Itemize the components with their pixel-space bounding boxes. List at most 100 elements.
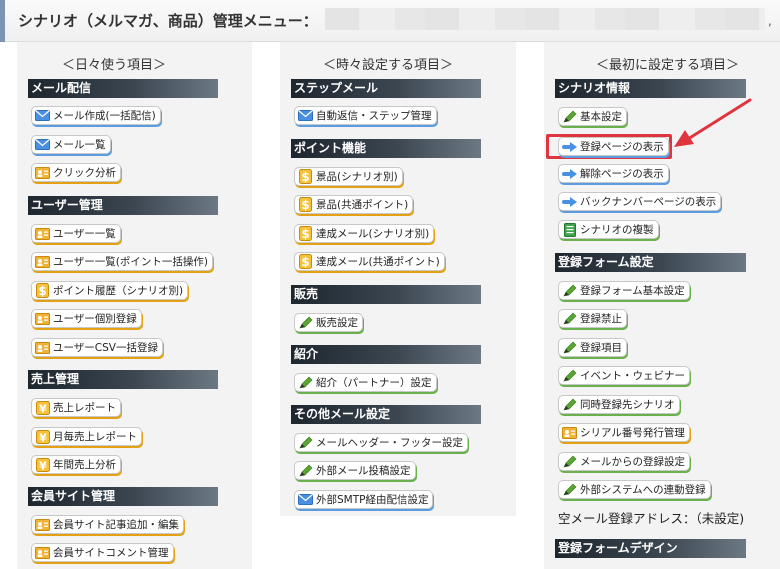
section-header: ポイント機能: [291, 139, 481, 158]
redacted-scenario-name: [325, 8, 765, 30]
column-daily: ＜日々使う項目＞ メール配信 メール作成(一括配信) メール一覧 クリック分析 …: [17, 42, 252, 569]
header-bar: シナリオ（メルマガ、商品）管理メニュー： ,: [0, 0, 780, 42]
svg-text:¥: ¥: [39, 431, 47, 444]
yen-icon: ¥: [35, 429, 50, 444]
menu-item-form-basic[interactable]: 登録フォーム基本設定: [558, 281, 690, 300]
dollar-icon: $: [35, 283, 50, 298]
pencil-icon: [298, 316, 313, 329]
section-header: ステップメール: [291, 79, 481, 98]
menu-item-user-list[interactable]: ユーザー一覧: [31, 224, 121, 243]
person-card-icon: [35, 166, 50, 179]
empty-mail-address-text: 空メール登録アドレス：（未設定): [558, 511, 745, 526]
section-header: 売上管理: [28, 370, 218, 389]
menu-item-user-list-points[interactable]: ユーザー一覧(ポイント一括操作): [31, 252, 213, 271]
menu-item-prize-common[interactable]: $ 景品(共通ポイント): [294, 195, 414, 214]
envelope-icon: [298, 493, 313, 506]
svg-text:¥: ¥: [39, 402, 47, 415]
person-card-icon: [35, 255, 50, 268]
menu-item-register-fields[interactable]: 登録項目: [558, 338, 627, 357]
pencil-icon: [562, 284, 577, 297]
column-heading: ＜日々使う項目＞: [62, 58, 167, 73]
menu-item-user-csv[interactable]: ユーザーCSV一括登録: [31, 338, 163, 357]
menu-item-show-register-page[interactable]: 登録ページの表示: [558, 137, 669, 156]
person-card-icon: [35, 341, 50, 354]
envelope-icon: [35, 109, 50, 122]
pencil-icon: [562, 483, 577, 496]
menu-item-partner-settings[interactable]: 紹介（パートナー）設定: [294, 373, 437, 392]
menu-item-register-ban[interactable]: 登録禁止: [558, 309, 627, 328]
menu-item-external-post[interactable]: 外部メール投稿設定: [294, 461, 416, 480]
column-initial: ＜最初に設定する項目＞ シナリオ情報 基本設定 登録ページの表示 解除ページの表…: [544, 42, 780, 569]
pencil-icon: [562, 398, 577, 411]
pencil-icon: [298, 376, 313, 389]
menu-item-mail-list[interactable]: メール一覧: [31, 135, 111, 154]
menu-item-point-history[interactable]: $ ポイント履歴（シナリオ別): [31, 281, 189, 300]
section-header: 販売: [291, 285, 481, 304]
section-header: ユーザー管理: [28, 196, 218, 215]
menu-item-external-smtp[interactable]: 外部SMTP経由配信設定: [294, 490, 434, 509]
section-header: メール配信: [28, 79, 218, 98]
menu-item-basic-settings[interactable]: 基本設定: [558, 107, 627, 126]
menu-item-external-link[interactable]: 外部システムへの連動登録: [558, 480, 711, 499]
section-header: シナリオ情報: [555, 79, 746, 98]
header-trailing-comma: ,: [768, 14, 772, 28]
blue-arrow-icon: [562, 140, 577, 153]
pencil-icon: [562, 312, 577, 325]
yen-icon: ¥: [35, 400, 50, 415]
menu-item-user-register[interactable]: ユーザー個別登録: [31, 309, 142, 328]
svg-text:$: $: [38, 284, 46, 298]
section-header: 登録フォームデザイン: [555, 539, 746, 558]
menu-item-prize-scenario[interactable]: $ 景品(シナリオ別): [294, 167, 403, 186]
menu-item-show-unsubscribe-page[interactable]: 解除ページの表示: [558, 164, 669, 183]
dollar-icon: $: [298, 197, 313, 212]
menu-item-show-backnumber-page[interactable]: バックナンバーページの表示: [558, 192, 722, 211]
menu-item-click-analysis[interactable]: クリック分析: [31, 163, 121, 182]
menu-item-step-mail[interactable]: 自動返信・ステップ管理: [294, 106, 437, 125]
pencil-icon: [562, 341, 577, 354]
column-heading: ＜最初に設定する項目＞: [596, 58, 740, 73]
svg-text:$: $: [301, 227, 309, 241]
menu-item-achieve-scenario[interactable]: $ 達成メール(シナリオ別): [294, 224, 435, 243]
section-header: 会員サイト管理: [28, 487, 218, 506]
blue-arrow-icon: [562, 167, 577, 180]
yen-icon: ¥: [35, 457, 50, 472]
menu-item-serial-number[interactable]: シリアル番号発行管理: [558, 423, 690, 442]
section-header: 紹介: [291, 345, 481, 364]
svg-text:¥: ¥: [39, 459, 47, 472]
person-card-icon: [35, 518, 50, 531]
menu-item-annual-sales[interactable]: ¥ 年間売上分析: [31, 455, 121, 474]
menu-item-mail-create[interactable]: メール作成(一括配信): [31, 106, 161, 125]
menu-item-monthly-sales[interactable]: ¥ 月毎売上レポート: [31, 427, 142, 446]
menu-item-simultaneous-scenario[interactable]: 同時登録先シナリオ: [558, 395, 680, 414]
menu-item-member-comments[interactable]: 会員サイトコメント管理: [31, 543, 174, 562]
dollar-icon: $: [298, 254, 313, 269]
menu-item-member-articles[interactable]: 会員サイト記事追加・編集: [31, 515, 184, 534]
menu-item-sales-report[interactable]: ¥ 売上レポート: [31, 398, 121, 417]
menu-item-duplicate-scenario[interactable]: シナリオの複製: [558, 220, 659, 239]
menu-item-header-footer[interactable]: メールヘッダー・フッター設定: [294, 433, 468, 452]
column-heading: ＜時々設定する項目＞: [323, 58, 454, 73]
svg-text:$: $: [301, 255, 309, 269]
dollar-icon: $: [298, 169, 313, 184]
svg-text:$: $: [301, 170, 309, 184]
person-card-icon: [35, 227, 50, 240]
svg-text:$: $: [301, 198, 309, 212]
person-card-icon: [35, 546, 50, 559]
column-occasional: ＜時々設定する項目＞ ステップメール 自動返信・ステップ管理 ポイント機能 $ 景…: [280, 42, 516, 516]
envelope-icon: [298, 109, 313, 122]
document-icon: [562, 222, 577, 237]
menu-item-sales-settings[interactable]: 販売設定: [294, 313, 363, 332]
annotation-arrow-icon: [674, 98, 752, 147]
envelope-icon: [35, 138, 50, 151]
header-accent: [0, 0, 5, 42]
menu-item-event-webinar[interactable]: イベント・ウェビナー: [558, 366, 690, 385]
menu-item-achieve-common[interactable]: $ 達成メール(共通ポイント): [294, 252, 445, 271]
menu-item-mail-register[interactable]: メールからの登録設定: [558, 452, 690, 471]
pencil-icon: [298, 436, 313, 449]
section-header: 登録フォーム設定: [555, 253, 746, 272]
pencil-icon: [562, 110, 577, 123]
person-card-icon: [562, 426, 577, 439]
pencil-icon: [562, 455, 577, 468]
pencil-icon: [298, 464, 313, 477]
dollar-icon: $: [298, 226, 313, 241]
